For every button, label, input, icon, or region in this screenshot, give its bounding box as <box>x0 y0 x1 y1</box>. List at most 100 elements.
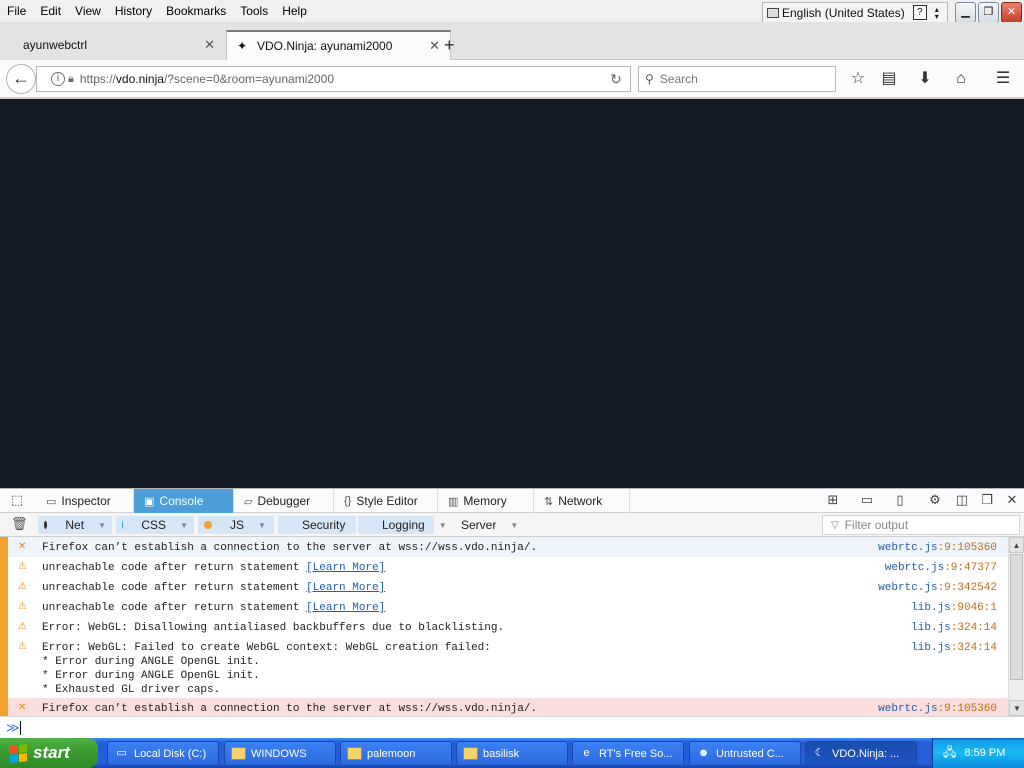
help-icon[interactable]: ? <box>912 5 927 20</box>
filter-security-button[interactable]: Security▼ <box>278 516 367 534</box>
reading-list-icon[interactable]: ▤ <box>878 69 900 91</box>
menu-history[interactable]: History <box>108 4 159 18</box>
taskbar-button[interactable]: ☻ Untrusted C... <box>689 741 801 766</box>
menu-edit[interactable]: Edit <box>33 4 68 18</box>
source-link[interactable]: webrtc.js:9:105360 <box>878 702 997 716</box>
pick-element-icon[interactable]: ⬚ <box>8 492 26 508</box>
console-message[interactable]: ⚠ unreachable code after return statement… <box>0 557 1008 577</box>
source-link[interactable]: webrtc.js:9:342542 <box>878 581 997 595</box>
folder-icon <box>347 747 362 760</box>
menu-icon[interactable]: ☰ <box>992 69 1014 91</box>
clock[interactable]: 8:59 PM <box>964 747 1005 759</box>
console-message[interactable]: ⚠ unreachable code after return statement… <box>0 597 1008 617</box>
search-input[interactable]: ⚲ Search <box>638 66 836 92</box>
tab-network[interactable]: ⇅ Network <box>534 489 630 513</box>
filter-label: Server <box>461 518 497 532</box>
console-message[interactable]: ⚠ unreachable code after return statement… <box>0 577 1008 597</box>
minimize-button[interactable]: ▁ <box>955 2 976 23</box>
info-icon[interactable]: i <box>51 72 65 86</box>
message-text: Error: WebGL: Failed to create WebGL con… <box>42 641 491 697</box>
clear-console-icon[interactable]: 🗑︎ <box>11 516 28 532</box>
network-tray-icon[interactable]: 🖧︎ <box>943 743 956 764</box>
tab-vdo-ninja[interactable]: ✦ VDO.Ninja: ayunami2000 ✕ <box>226 30 451 60</box>
lock-icon[interactable]: 🔒︎ <box>68 73 74 86</box>
ie-icon: e <box>583 747 590 759</box>
folder-icon <box>463 747 478 760</box>
filter-dropdown-icon[interactable]: ▼ <box>98 521 106 530</box>
new-tab-icon[interactable]: + <box>444 35 455 56</box>
scroll-down-icon[interactable]: ▼ <box>1009 700 1024 716</box>
source-link[interactable]: webrtc.js:9:105360 <box>878 541 997 555</box>
menu-tools[interactable]: Tools <box>233 4 275 18</box>
console-message[interactable]: ✕ Firefox can’t establish a connection to… <box>0 537 1008 557</box>
filter-logging-button[interactable]: Logging ▼ <box>358 516 447 534</box>
tab-inspector[interactable]: ▭ Inspector <box>36 489 134 513</box>
filter-dropdown-icon[interactable]: ▼ <box>180 521 188 530</box>
taskbar-button[interactable]: ▭ Local Disk (C:) <box>107 741 219 766</box>
taskbar-button[interactable]: basilisk <box>456 741 568 766</box>
taskbar-button[interactable]: WINDOWS <box>224 741 336 766</box>
tab-ayunwebctrl[interactable]: ayunwebctrl ✕ <box>0 30 225 60</box>
url-bar[interactable]: i 🔒︎ https://vdo.ninja/?scene=0&room=ayu… <box>36 66 631 92</box>
tab-memory[interactable]: ▥ Memory <box>438 489 534 513</box>
responsive-mode-icon[interactable]: ▯ <box>891 492 909 508</box>
start-button[interactable]: start <box>0 738 98 768</box>
taskbar-button[interactable]: palemoon <box>340 741 452 766</box>
source-link[interactable]: lib.js:324:14 <box>911 641 997 655</box>
scratchpad-icon[interactable]: ▭ <box>858 492 876 508</box>
reload-icon[interactable]: ↻ <box>602 71 630 88</box>
filter-server-button[interactable]: Server ▼ <box>437 516 518 534</box>
close-devtools-icon[interactable]: ✕ <box>1003 492 1021 508</box>
restore-button[interactable]: ❐ <box>978 2 999 23</box>
learn-more-link[interactable]: [Learn More] <box>306 602 385 614</box>
filter-dropdown-icon[interactable]: ▼ <box>510 521 518 530</box>
filter-js-button[interactable]: JS ▼ <box>198 516 274 534</box>
tab-debugger[interactable]: ▱ Debugger <box>234 489 334 513</box>
bookmark-star-icon[interactable]: ☆ <box>847 69 869 91</box>
separate-window-icon[interactable]: ❐ <box>978 492 996 508</box>
source-link[interactable]: lib.js:9046:1 <box>911 601 997 615</box>
downloads-icon[interactable]: ⬇ <box>914 69 936 91</box>
learn-more-link[interactable]: [Learn More] <box>306 562 385 574</box>
scroll-thumb[interactable] <box>1010 554 1023 680</box>
taskbar-button[interactable]: ☾ VDO.Ninja: ... <box>805 741 917 766</box>
home-icon[interactable]: ⌂ <box>950 69 972 91</box>
split-layout-icon[interactable]: ⊞ <box>824 492 842 508</box>
menu-file[interactable]: File <box>0 4 33 18</box>
keyboard-icon <box>767 7 779 18</box>
taskbar-button[interactable]: e RT's Free So... <box>572 741 684 766</box>
settings-gear-icon[interactable]: ⚙ <box>926 492 944 508</box>
url-text[interactable]: https://vdo.ninja/?scene=0&room=ayunami2… <box>80 72 602 86</box>
close-tab-icon[interactable]: ✕ <box>204 37 215 53</box>
filter-output-input[interactable]: ▽ Filter output <box>822 515 1020 535</box>
menu-help[interactable]: Help <box>275 4 314 18</box>
filter-net-button[interactable]: Net ▼ <box>38 516 112 534</box>
console-message[interactable]: ⚠ Error: WebGL: Failed to create WebGL co… <box>0 637 1008 698</box>
console-scrollbar[interactable]: ▲ ▼ <box>1008 537 1024 716</box>
close-tab-icon[interactable]: ✕ <box>429 38 440 54</box>
scroll-up-icon[interactable]: ▲ <box>1009 537 1024 553</box>
inspector-icon: ▭ <box>46 495 57 508</box>
source-link[interactable]: lib.js:324:14 <box>911 621 997 635</box>
console-message[interactable]: ✕ Firefox can’t establish a connection to… <box>0 698 1008 716</box>
console-input[interactable]: ≫ <box>0 716 1024 738</box>
dock-side-icon[interactable]: ◫ <box>953 492 971 508</box>
tab-label: Console <box>159 494 204 508</box>
source-link[interactable]: webrtc.js:9:47377 <box>885 561 997 575</box>
style-editor-icon: {} <box>344 495 352 507</box>
language-options-icon[interactable]: ▴ ▾ <box>935 5 939 20</box>
menu-bookmarks[interactable]: Bookmarks <box>159 4 233 18</box>
warning-icon: ⚠ <box>18 601 27 612</box>
filter-dropdown-icon[interactable]: ▼ <box>258 521 266 530</box>
menu-view[interactable]: View <box>68 4 108 18</box>
tab-style-editor[interactable]: {} Style Editor <box>334 489 438 513</box>
language-bar[interactable]: English (United States) ? ▴ ▾ <box>762 2 948 23</box>
close-window-button[interactable]: ✕ <box>1001 2 1022 23</box>
learn-more-link[interactable]: [Learn More] <box>306 582 385 594</box>
source-file: webrtc.js <box>878 703 938 715</box>
tab-console[interactable]: ▣ Console <box>134 489 234 513</box>
filter-css-button[interactable]: CSS ▼ <box>116 516 194 534</box>
back-button[interactable]: ← <box>6 64 36 94</box>
console-message[interactable]: ⚠ Error: WebGL: Disallowing antialiased b… <box>0 617 1008 637</box>
filter-label: Net <box>65 518 85 532</box>
